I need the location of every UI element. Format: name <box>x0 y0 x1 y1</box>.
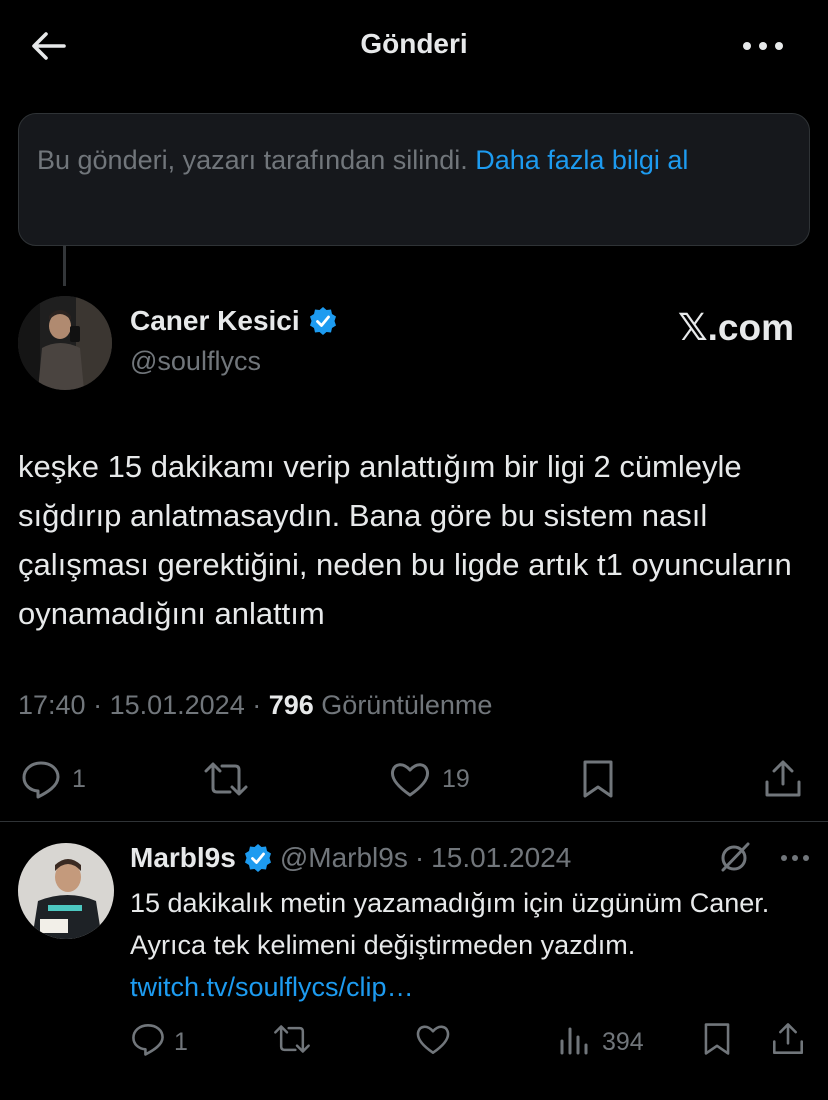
share-button[interactable] <box>762 752 804 806</box>
reply-reply-count: 1 <box>174 1027 188 1056</box>
share-icon <box>770 1021 806 1064</box>
repost-button[interactable] <box>202 752 250 806</box>
reply-header: Marbl9s @Marbl9s · 15.01.2024 <box>130 842 571 874</box>
reply-author-handle[interactable]: @Marbl9s <box>280 842 408 874</box>
verified-badge-icon <box>243 843 273 873</box>
more-options-icon[interactable] <box>738 26 788 66</box>
x-logo-watermark: 𝕏.com <box>677 307 794 348</box>
reply-count: 1 <box>72 764 86 793</box>
bookmark-icon <box>700 1021 734 1064</box>
reply-text-body: 15 dakikalık metin yazamadığım için üzgü… <box>130 888 770 960</box>
reply-icon <box>130 1021 166 1064</box>
clip-link[interactable]: twitch.tv/soulflycs/clip… <box>130 972 414 1002</box>
reply-icon <box>20 758 62 800</box>
grok-icon[interactable] <box>718 840 752 879</box>
bookmark-icon <box>578 758 618 800</box>
reply-share-button[interactable] <box>770 1020 806 1064</box>
bookmark-button[interactable] <box>578 752 618 806</box>
reply-author-name[interactable]: Marbl9s <box>130 842 236 874</box>
repost-icon <box>272 1021 312 1064</box>
deleted-notice-text: Bu gönderi, yazarı tarafından silindi. <box>37 145 476 175</box>
reply-bookmark-button[interactable] <box>700 1020 734 1064</box>
deleted-post-notice: Bu gönderi, yazarı tarafından silindi. D… <box>18 113 810 246</box>
like-button[interactable]: 19 <box>388 752 470 806</box>
like-count: 19 <box>442 764 470 793</box>
heart-icon <box>414 1021 452 1064</box>
post-text: keşke 15 dakikamı verip anlattığım bir l… <box>18 449 792 631</box>
post-time[interactable]: 17:40 <box>18 690 86 720</box>
dot-separator: · <box>414 842 425 873</box>
reply-views-count: 394 <box>602 1027 644 1056</box>
author-handle[interactable]: @soulflycs <box>130 346 261 377</box>
reply-like-button[interactable] <box>414 1020 452 1064</box>
page-title: Gönderi <box>360 28 468 59</box>
reply-actions: 1 394 <box>0 1020 828 1064</box>
post-meta: 17:40 · 15.01.2024 · 796 Görüntülenme <box>18 690 493 720</box>
reply-avatar[interactable] <box>18 843 114 939</box>
reply-header-icons <box>718 840 810 879</box>
thread-connector-line <box>63 246 66 286</box>
views-count: 796 <box>268 690 314 720</box>
reply-text: 15 dakikalık metin yazamadığım için üzgü… <box>130 882 810 1008</box>
reply-date[interactable]: 15.01.2024 <box>431 842 571 874</box>
post-date[interactable]: 15.01.2024 <box>110 690 245 720</box>
reply-button[interactable]: 1 <box>20 752 86 806</box>
reply-reply-button[interactable]: 1 <box>130 1020 188 1064</box>
reply-more-options-icon[interactable] <box>780 851 810 869</box>
analytics-icon <box>558 1021 594 1064</box>
verified-badge-icon <box>308 306 338 336</box>
reply-repost-button[interactable] <box>272 1020 312 1064</box>
divider <box>0 821 828 822</box>
top-bar: Gönderi <box>0 0 828 90</box>
post-actions: 1 19 <box>0 752 828 806</box>
heart-icon <box>388 758 432 800</box>
author-name-text[interactable]: Caner Kesici <box>130 305 300 337</box>
reply-views-button[interactable]: 394 <box>558 1020 644 1064</box>
author-name[interactable]: Caner Kesici <box>130 305 338 337</box>
learn-more-link[interactable]: Daha fazla bilgi al <box>475 145 688 175</box>
share-icon <box>762 758 804 800</box>
views-label: Görüntülenme <box>321 690 493 720</box>
repost-icon <box>202 758 250 800</box>
avatar[interactable] <box>18 296 112 390</box>
